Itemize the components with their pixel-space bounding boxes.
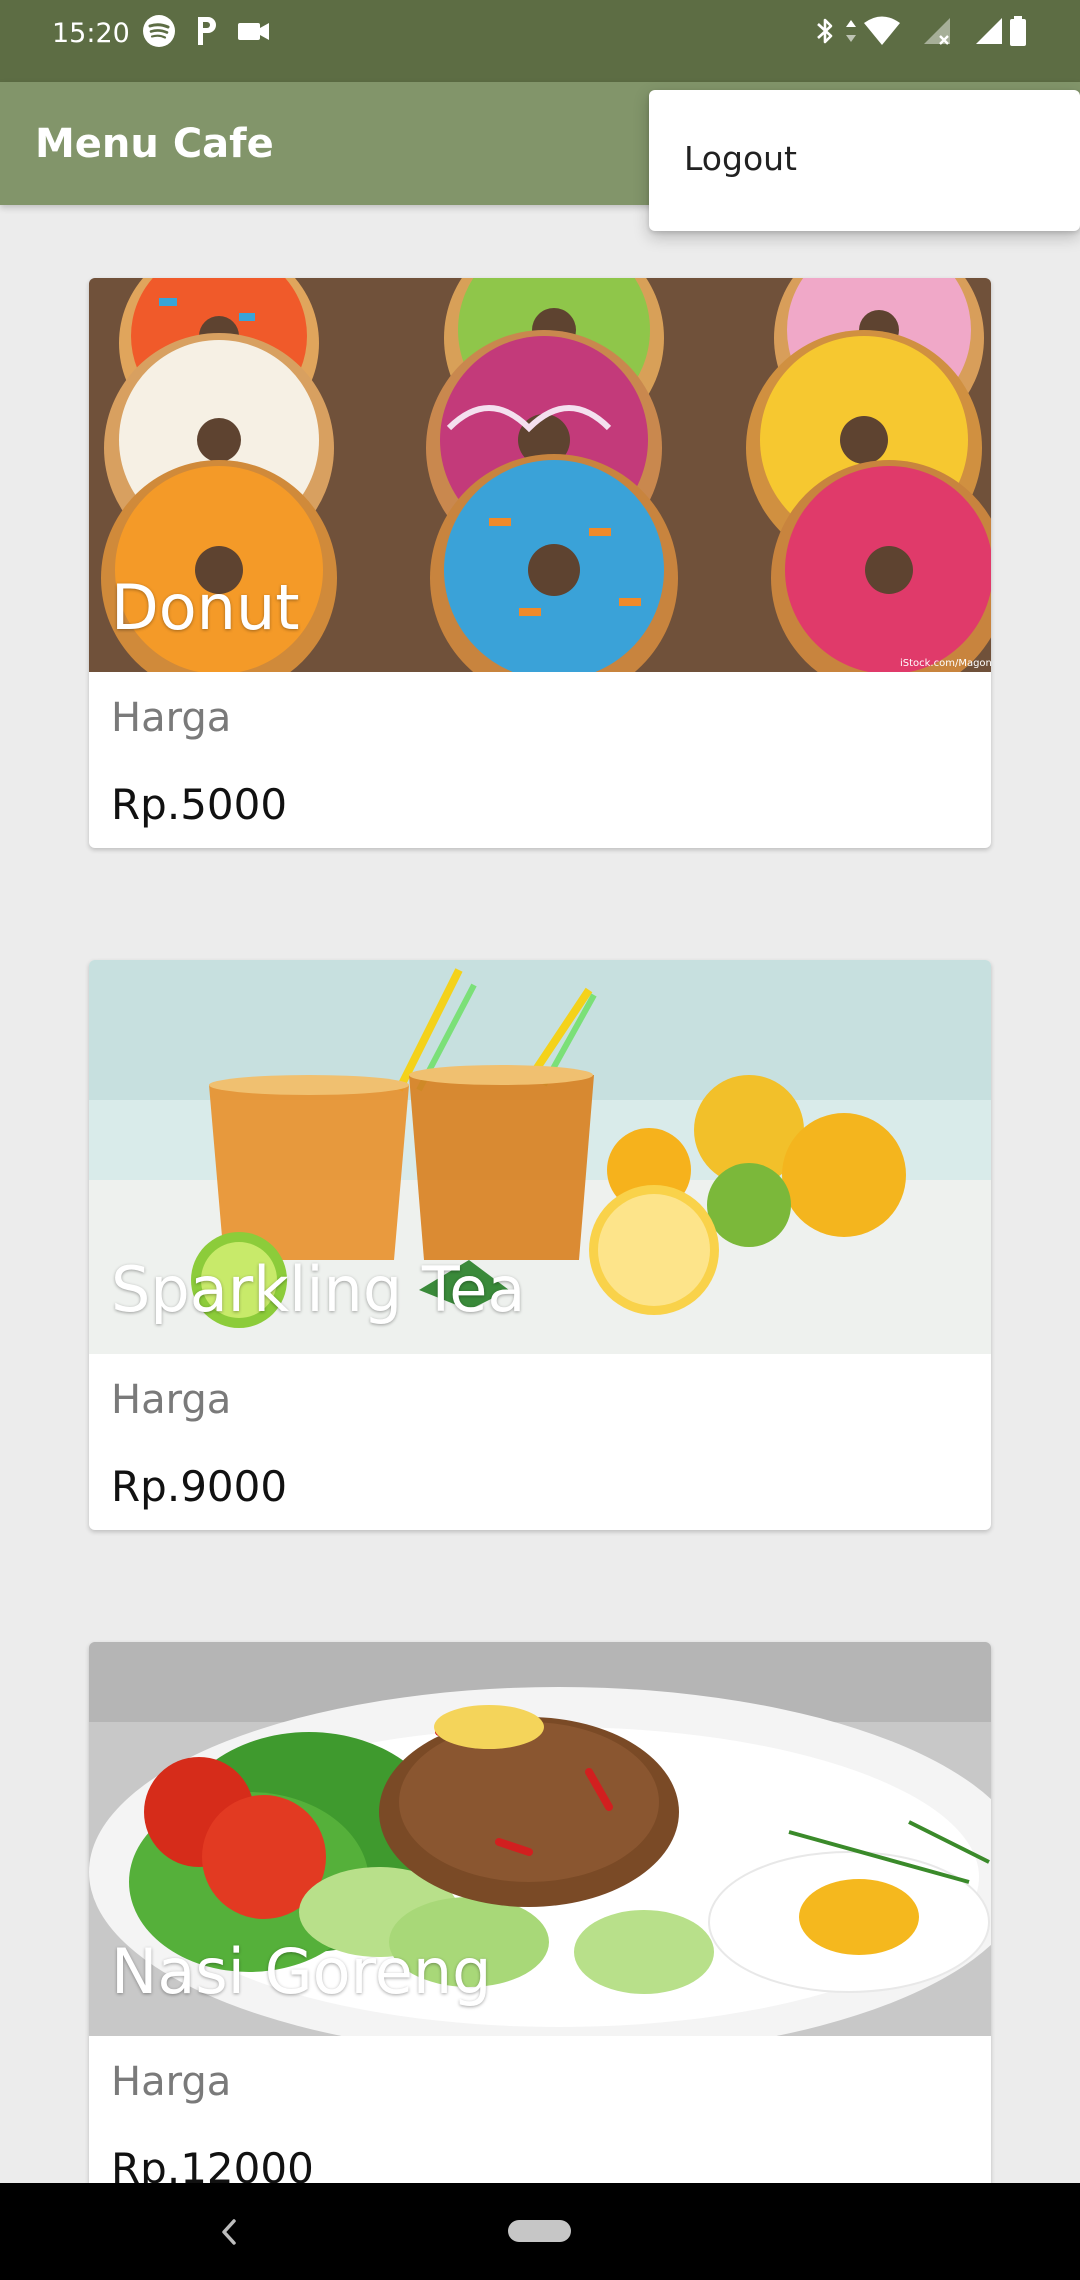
logout-menu-item[interactable]: Logout: [684, 138, 797, 180]
app-title: Menu Cafe: [35, 121, 274, 167]
price-value: Rp.9000: [111, 1462, 288, 1511]
menu-card-nasi-goreng[interactable]: Nasi Goreng Harga Rp.12000: [89, 1642, 991, 2212]
price-label: Harga: [111, 2059, 232, 2105]
p-icon: [194, 14, 220, 52]
status-time: 15:20: [52, 18, 130, 49]
menu-item-name: Donut: [111, 571, 300, 644]
image-credit: iStock.com/Magone: [900, 658, 991, 669]
navigation-bar: [0, 2183, 1080, 2280]
back-icon[interactable]: [216, 2213, 242, 2255]
spotify-icon: [142, 14, 176, 52]
bluetooth-icon: [814, 14, 836, 52]
menu-card-sparkling-tea[interactable]: Sparkling Tea Harga Rp.9000: [89, 960, 991, 1530]
menu-item-name: Sparkling Tea: [111, 1253, 526, 1326]
menu-card-donut[interactable]: iStock.com/Magone Donut Harga Rp.5000: [89, 278, 991, 848]
price-value: Rp.5000: [111, 780, 288, 829]
price-label: Harga: [111, 1377, 232, 1423]
home-pill-icon[interactable]: [508, 2220, 571, 2242]
overflow-menu: Logout: [649, 90, 1080, 231]
video-camera-icon: [236, 14, 272, 52]
price-label: Harga: [111, 695, 232, 741]
wifi-icon: [862, 14, 902, 52]
data-arrows-icon: [843, 14, 859, 52]
battery-icon: [1008, 14, 1028, 52]
signal-icon: [972, 14, 1006, 52]
signal-icon: [920, 14, 954, 52]
menu-item-name: Nasi Goreng: [111, 1935, 492, 2008]
status-bar: 15:20: [0, 0, 1080, 82]
